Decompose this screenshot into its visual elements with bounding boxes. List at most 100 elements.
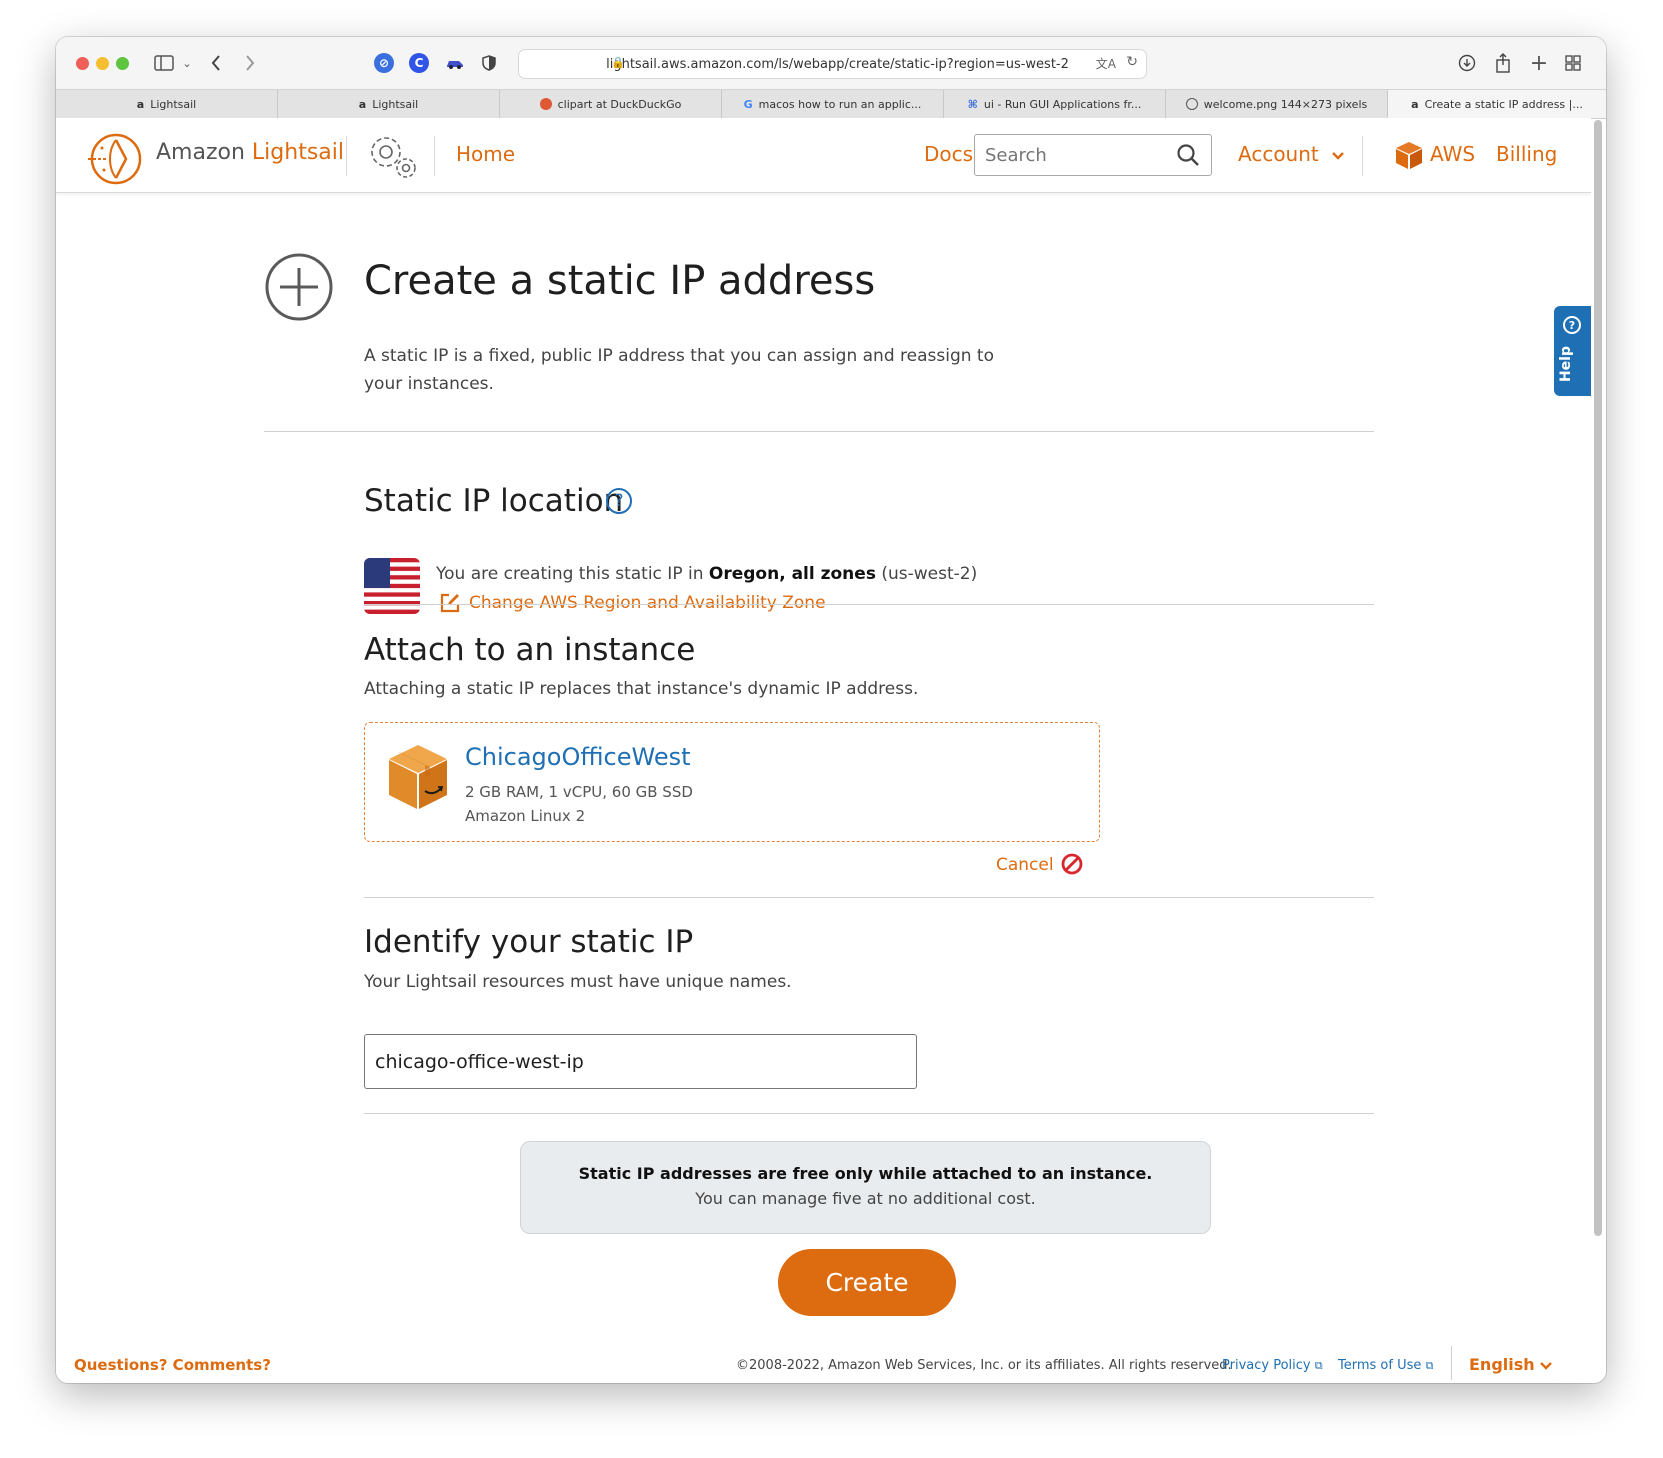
location-prefix: You are creating this static IP in — [436, 564, 709, 584]
header-divider — [434, 136, 435, 176]
instance-os: Amazon Linux 2 — [465, 807, 586, 825]
region-name: Oregon, all zones — [708, 564, 876, 584]
terms-label: Terms of Use — [1338, 1358, 1422, 1373]
aws-cube-icon[interactable] — [1394, 140, 1424, 170]
brand-prefix: Amazon — [156, 140, 245, 165]
external-link-icon: ⧉ — [1425, 1359, 1434, 1372]
downloads-icon[interactable] — [1456, 51, 1478, 75]
amazon-favicon-icon: a — [1411, 97, 1419, 111]
tab-lightsail-1[interactable]: a Lightsail — [56, 90, 278, 118]
browser-toolbar: ⌄ ⊘ C 🔒 lightsail.aws.amazon.com/ls/weba… — [56, 37, 1606, 89]
divider — [364, 1113, 1374, 1114]
header-divider — [346, 136, 347, 176]
tab-title: Create a static IP address |... — [1424, 97, 1583, 111]
us-flag-icon — [364, 558, 420, 614]
location-heading: Static IP location — [364, 483, 624, 519]
shield-icon[interactable] — [480, 51, 498, 75]
pricing-notice: Static IP addresses are free only while … — [520, 1141, 1211, 1234]
nav-aws[interactable]: AWS — [1430, 142, 1475, 166]
question-icon: ? — [1563, 316, 1581, 334]
copyright-text: ©2008-2022, Amazon Web Services, Inc. or… — [736, 1358, 1232, 1373]
help-label: Help — [1558, 346, 1574, 383]
divider — [364, 897, 1374, 898]
instance-name[interactable]: ChicagoOfficeWest — [465, 743, 691, 771]
reload-icon[interactable]: ↻ — [1126, 54, 1138, 70]
cancel-icon[interactable] — [1060, 852, 1084, 876]
google-favicon-icon: G — [743, 97, 753, 111]
settings-gear-icon[interactable] — [364, 130, 420, 182]
location-help-icon[interactable]: ? — [606, 488, 632, 514]
tab-title: ui - Run GUI Applications fr... — [983, 97, 1142, 111]
lock-icon: 🔒 — [611, 56, 625, 69]
nav-docs[interactable]: Docs — [924, 142, 973, 166]
terms-of-use-link[interactable]: Terms of Use ⧉ — [1338, 1358, 1433, 1373]
sidebar-toggle-icon[interactable] — [152, 51, 176, 75]
minimize-window-button[interactable] — [96, 57, 109, 70]
tab-lightsail-2[interactable]: a Lightsail — [278, 90, 500, 118]
brand-lightsail: Lightsail — [251, 140, 344, 165]
account-menu[interactable]: Account — [1238, 142, 1345, 166]
chevron-down-icon[interactable]: ⌄ — [180, 51, 194, 75]
tab-duckduckgo[interactable]: clipart at DuckDuckGo — [500, 90, 722, 118]
share-icon[interactable] — [1492, 51, 1514, 75]
compass-icon — [1185, 98, 1198, 110]
tab-overview-icon[interactable] — [1562, 51, 1584, 75]
address-bar[interactable]: 🔒 lightsail.aws.amazon.com/ls/webapp/cre… — [518, 49, 1147, 79]
zoom-window-button[interactable] — [116, 57, 129, 70]
tab-title: clipart at DuckDuckGo — [557, 97, 682, 111]
page-intro: A static IP is a fixed, public IP addres… — [364, 346, 994, 394]
change-region-link[interactable]: Change AWS Region and Availability Zone — [469, 593, 826, 613]
nav-home[interactable]: Home — [456, 142, 515, 166]
divider — [364, 604, 1374, 605]
attach-heading: Attach to an instance — [364, 632, 696, 668]
duckduckgo-icon — [539, 98, 552, 110]
address-url: lightsail.aws.amazon.com/ls/webapp/creat… — [606, 56, 1069, 72]
divider — [264, 431, 1374, 432]
notice-bold: Static IP addresses are free only while … — [578, 1164, 1153, 1183]
extension-compass-icon[interactable]: ⊘ — [374, 53, 394, 73]
forward-icon[interactable] — [240, 51, 260, 75]
questions-comments-link[interactable]: Questions? Comments? — [74, 1356, 271, 1374]
region-code: (us-west-2) — [875, 564, 978, 584]
browser-window: ⌄ ⊘ C 🔒 lightsail.aws.amazon.com/ls/weba… — [56, 37, 1606, 1383]
tab-create-static-ip[interactable]: a Create a static IP address |... — [1388, 90, 1606, 118]
notice-text: You can manage five at no additional cos… — [695, 1189, 1036, 1208]
language-selector[interactable]: English — [1469, 1355, 1553, 1374]
chevron-down-icon — [1540, 1362, 1553, 1370]
tab-welcome-png[interactable]: welcome.png 144×273 pixels — [1166, 90, 1388, 118]
new-tab-icon[interactable]: + — [1528, 51, 1550, 76]
amazon-favicon-icon: a — [358, 97, 367, 111]
edit-icon[interactable] — [439, 592, 461, 614]
language-label: English — [1469, 1355, 1535, 1374]
privacy-label: Privacy Policy — [1222, 1358, 1311, 1373]
tab-bar: a Lightsail a Lightsail clipart at DuckD… — [56, 89, 1606, 119]
close-window-button[interactable] — [76, 57, 89, 70]
amazon-favicon-icon: a — [136, 97, 145, 111]
tab-title: welcome.png 144×273 pixels — [1203, 97, 1368, 111]
lightsail-logo-icon[interactable] — [86, 132, 144, 186]
translate-icon[interactable]: 文A — [1096, 55, 1116, 72]
tab-superuser[interactable]: ⌘ ui - Run GUI Applications fr... — [944, 90, 1166, 118]
attach-description: Attaching a static IP replaces that inst… — [364, 679, 919, 699]
search-icon[interactable] — [1176, 143, 1200, 167]
add-circle-icon — [265, 253, 333, 321]
back-icon[interactable] — [206, 51, 226, 75]
footer-divider — [1451, 1346, 1452, 1380]
nav-billing[interactable]: Billing — [1496, 142, 1557, 166]
privacy-policy-link[interactable]: Privacy Policy ⧉ — [1222, 1358, 1323, 1373]
cancel-attach-link[interactable]: Cancel — [996, 855, 1054, 875]
static-ip-name-input[interactable] — [364, 1034, 917, 1089]
help-tab[interactable]: ? Help — [1554, 306, 1591, 396]
extension-car-icon[interactable] — [444, 51, 466, 75]
chevron-down-icon — [1332, 152, 1344, 160]
identify-description: Your Lightsail resources must have uniqu… — [364, 972, 792, 992]
identify-heading: Identify your static IP — [364, 924, 694, 960]
extension-c-icon[interactable]: C — [409, 53, 429, 73]
create-button[interactable]: Create — [778, 1249, 956, 1316]
tab-google[interactable]: G macos how to run an applic... — [722, 90, 944, 118]
brand-name[interactable]: Amazon Lightsail — [156, 140, 344, 165]
instance-card[interactable]: ChicagoOfficeWest 2 GB RAM, 1 vCPU, 60 G… — [364, 722, 1100, 842]
page-scrollbar[interactable] — [1594, 120, 1602, 1236]
tab-title: Lightsail — [372, 97, 419, 111]
external-link-icon: ⧉ — [1314, 1359, 1323, 1372]
